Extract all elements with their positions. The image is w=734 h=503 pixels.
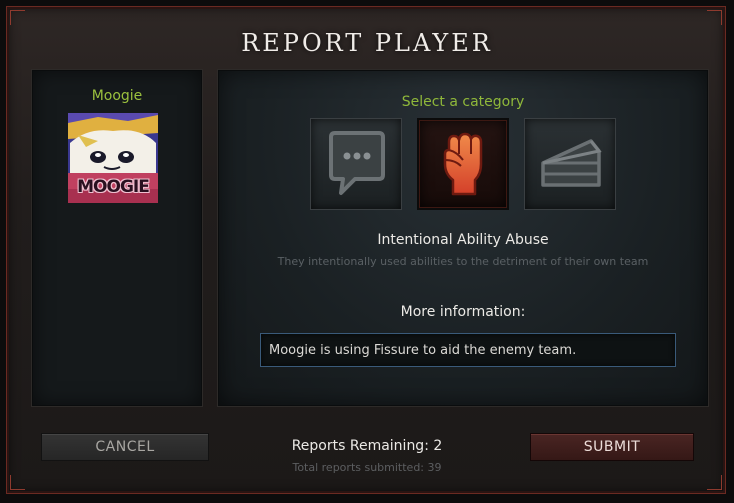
- reports-remaining: Reports Remaining: 2: [291, 438, 443, 454]
- selected-category-name: Intentional Ability Abuse: [377, 232, 549, 248]
- raised-fist-icon: [443, 132, 483, 196]
- cancel-button[interactable]: CANCEL: [41, 433, 209, 461]
- category-communication-button[interactable]: [310, 118, 402, 210]
- dialog-title: REPORT PLAYER: [241, 29, 493, 57]
- avatar-logo-text: MOOGIE: [77, 177, 150, 197]
- player-name: Moogie: [91, 88, 143, 104]
- frame-corner: [10, 475, 25, 490]
- cake-slice-icon: [541, 139, 602, 187]
- frame-corner: [707, 475, 722, 490]
- category-heading: Select a category: [401, 94, 525, 110]
- frame-corner: [10, 10, 25, 25]
- player-avatar: MOOGIE: [68, 113, 158, 203]
- chat-bubble-icon: [329, 131, 385, 195]
- more-information-input[interactable]: [260, 333, 676, 367]
- submit-button[interactable]: SUBMIT: [530, 433, 694, 461]
- report-form-panel: Select a category Intentional Ability Ab…: [217, 69, 709, 407]
- total-reports-submitted: Total reports submitted: 39: [292, 461, 442, 474]
- category-ability-abuse-button[interactable]: [417, 118, 509, 210]
- category-feeding-button[interactable]: [524, 118, 616, 210]
- report-player-dialog: REPORT PLAYER Moogie MOOGIE Select a cat…: [6, 6, 726, 494]
- frame-corner: [707, 10, 722, 25]
- selected-category-description: They intentionally used abilities to the…: [277, 255, 649, 268]
- player-panel: Moogie MOOGIE: [31, 69, 203, 407]
- more-information-label: More information:: [400, 304, 526, 320]
